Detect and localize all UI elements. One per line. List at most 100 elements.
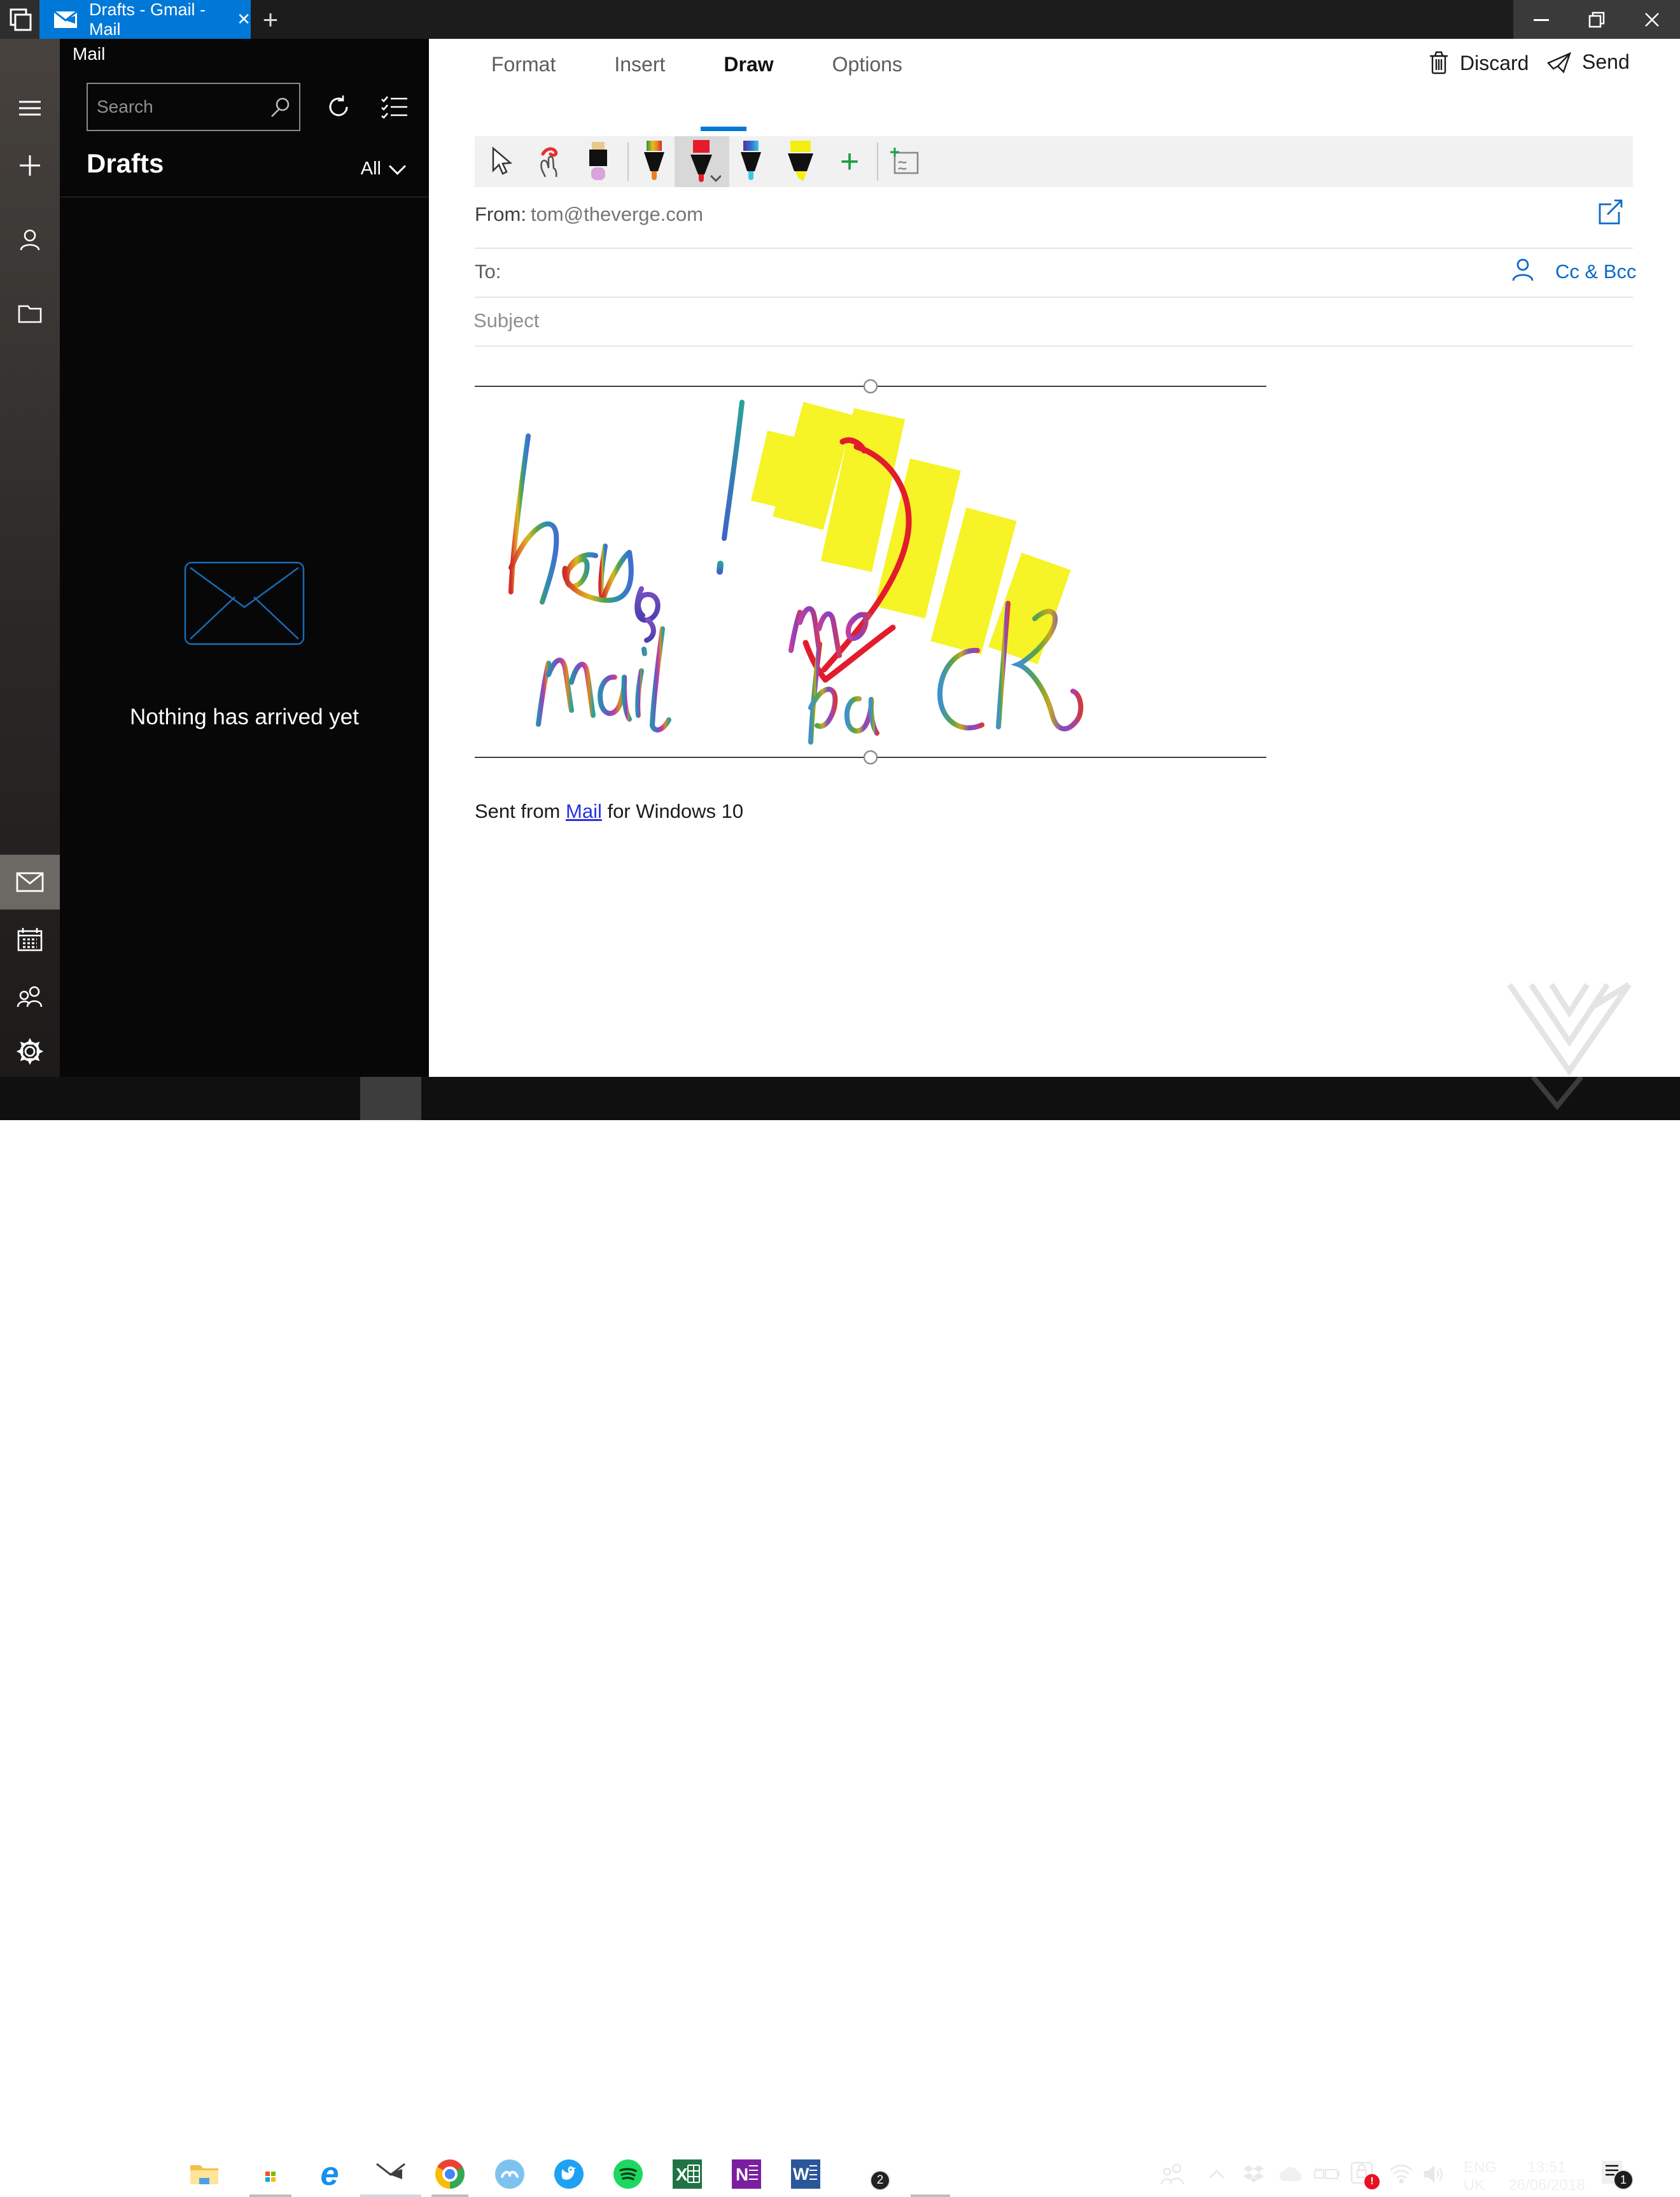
eraser-tool[interactable] <box>575 136 621 187</box>
sync-icon[interactable] <box>314 83 363 131</box>
canvas-resize-handle-bottom[interactable] <box>864 751 877 764</box>
mail-list-panel: Mail Drafts All Nothing has arrive <box>60 39 429 1077</box>
window-tab-bar: Drafts - Gmail - Mail ✕ + <box>0 0 1680 39</box>
calendar-icon[interactable] <box>0 912 60 967</box>
empty-message: Nothing has arrived yet <box>60 705 429 730</box>
mail-envelope-icon <box>53 11 78 29</box>
choose-contacts-icon[interactable] <box>1509 256 1536 283</box>
task-view-icon[interactable] <box>125 2155 166 2193</box>
send-plane-icon <box>1546 51 1572 74</box>
taskbar-settings-icon[interactable] <box>910 2155 951 2193</box>
minimize-button[interactable] <box>1513 0 1569 39</box>
people-icon[interactable] <box>0 969 60 1024</box>
settings-running-indicator <box>911 2194 950 2197</box>
galaxy-pen[interactable] <box>728 136 774 187</box>
from-value[interactable]: tom@theverge.com <box>531 203 703 226</box>
word-icon[interactable]: W <box>785 2155 826 2193</box>
store-icon[interactable] <box>250 2155 291 2193</box>
add-pen-button[interactable]: + <box>827 136 872 187</box>
canvas-resize-handle-top[interactable] <box>864 380 877 393</box>
edge-icon[interactable]: e <box>309 2155 350 2193</box>
taskbar-mail-icon[interactable] <box>370 2155 411 2193</box>
field-divider <box>475 346 1633 347</box>
task-view-windows-icon[interactable] <box>0 0 39 39</box>
mail-icon[interactable] <box>0 855 60 909</box>
select-tool[interactable] <box>477 136 522 187</box>
filter-label: All <box>361 158 381 179</box>
search-icon[interactable] <box>270 96 299 118</box>
menu-icon[interactable] <box>0 81 60 136</box>
tray-chevron-up-icon[interactable] <box>1196 2155 1237 2193</box>
search-input[interactable] <box>88 97 270 117</box>
field-divider <box>475 297 1633 298</box>
action-center-badge: 1 <box>1613 2170 1634 2190</box>
tab-draw[interactable]: Draw <box>724 53 773 76</box>
discard-button[interactable]: Discard <box>1428 50 1529 76</box>
settings-icon[interactable] <box>0 1024 60 1079</box>
tray-battery-icon[interactable] <box>1306 2155 1347 2193</box>
new-tab-button[interactable]: + <box>251 0 290 39</box>
restore-button[interactable] <box>1569 0 1624 39</box>
folders-icon[interactable] <box>0 286 60 340</box>
trash-icon <box>1428 50 1450 76</box>
taskbar: e <box>0 1077 1680 1120</box>
folder-title: Drafts <box>87 148 164 179</box>
nav-rail <box>0 39 60 1077</box>
subject-input[interactable] <box>472 309 1366 333</box>
tray-language-indicator[interactable]: ENG UK <box>1464 2159 1497 2194</box>
touch-writing-tool[interactable] <box>526 136 571 187</box>
verge-watermark-tail <box>1530 1077 1584 1110</box>
mail-link[interactable]: Mail <box>566 800 602 822</box>
ink-word-hey <box>511 402 742 640</box>
file-explorer-icon[interactable] <box>184 2155 225 2193</box>
window-controls <box>1513 0 1680 39</box>
tab-format[interactable]: Format <box>491 53 556 76</box>
tray-volume-icon[interactable] <box>1415 2155 1455 2193</box>
field-divider <box>475 248 1633 249</box>
tray-people-icon[interactable] <box>1152 2155 1193 2193</box>
rainbow-pencil[interactable] <box>631 136 677 187</box>
toolbar-separator <box>627 143 629 181</box>
cortana-icon[interactable] <box>67 2155 108 2193</box>
filter-dropdown[interactable]: All <box>361 158 403 179</box>
action-center-icon[interactable]: 1 <box>1596 2155 1637 2193</box>
search-box[interactable] <box>87 83 300 131</box>
send-button[interactable]: Send <box>1546 50 1630 74</box>
signature-prefix: Sent from <box>475 800 566 822</box>
chrome-icon[interactable] <box>430 2155 470 2193</box>
accounts-icon[interactable] <box>0 212 60 267</box>
onenote-icon[interactable]: N <box>726 2155 767 2193</box>
ink-canvas[interactable] <box>475 376 1273 770</box>
clock-date: 26/06/2018 <box>1507 2177 1586 2194</box>
insert-drawing-canvas-button[interactable] <box>882 136 928 187</box>
yellow-highlighter[interactable] <box>778 136 823 187</box>
tab-title: Drafts - Gmail - Mail <box>89 0 216 39</box>
excel-icon[interactable]: X <box>667 2155 708 2193</box>
select-multiple-icon[interactable] <box>370 83 419 131</box>
app-label: Mail <box>73 44 105 64</box>
red-pen[interactable] <box>675 136 729 187</box>
tray-dropbox-icon[interactable] <box>1233 2155 1274 2193</box>
spotify-icon[interactable] <box>608 2155 648 2193</box>
chrome-running-indicator <box>431 2194 468 2197</box>
tab-drafts-gmail-mail[interactable]: Drafts - Gmail - Mail ✕ <box>39 0 251 39</box>
to-input[interactable] <box>524 258 1354 282</box>
blue-app-icon[interactable] <box>489 2155 530 2193</box>
signature-line: Sent from Mail for Windows 10 <box>475 800 743 823</box>
tab-close-icon[interactable]: ✕ <box>237 10 251 29</box>
tray-onedrive-icon[interactable] <box>1270 2155 1311 2193</box>
tab-options[interactable]: Options <box>832 53 902 76</box>
tray-clock[interactable]: 13:51 26/06/2018 <box>1507 2159 1586 2194</box>
start-button[interactable] <box>8 2155 49 2193</box>
toolbar-separator <box>877 143 878 181</box>
close-button[interactable] <box>1624 0 1679 39</box>
tab-insert[interactable]: Insert <box>614 53 665 76</box>
new-account-icon[interactable] <box>0 138 60 193</box>
cc-bcc-button[interactable]: Cc & Bcc <box>1555 260 1636 283</box>
notes-app-icon[interactable]: N 2 <box>852 2155 893 2193</box>
mail-running-indicator <box>360 2194 421 2197</box>
language-line2: UK <box>1464 2177 1497 2194</box>
tray-security-alert-icon[interactable]: ! <box>1343 2155 1383 2193</box>
bird-app-icon[interactable] <box>549 2155 589 2193</box>
open-in-new-window-icon[interactable] <box>1596 198 1625 227</box>
